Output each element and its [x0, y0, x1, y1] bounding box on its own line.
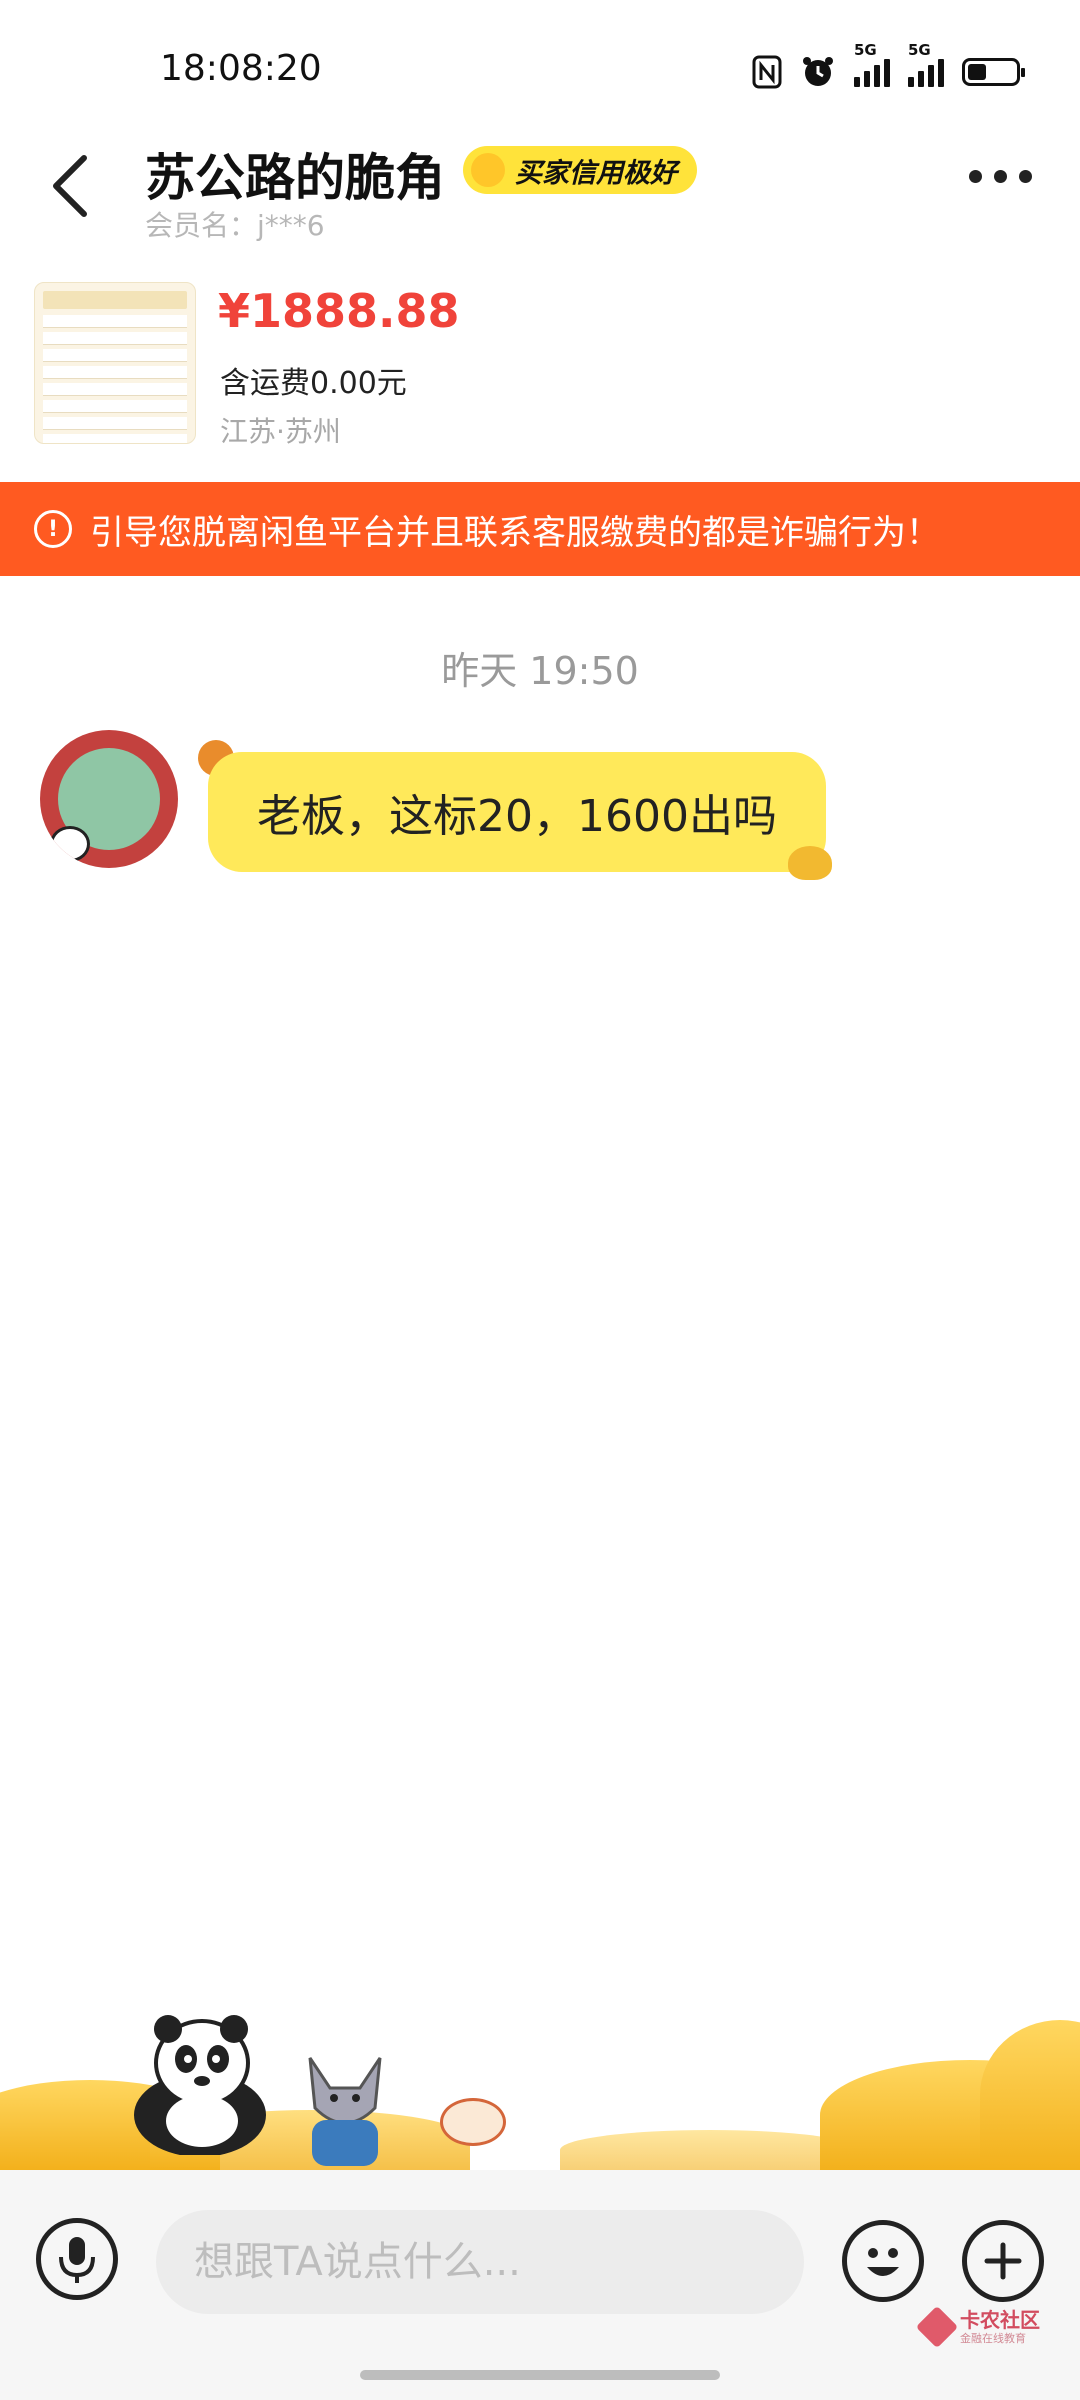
panda-sticker-icon: [134, 2015, 266, 2155]
dumpling-icon: [440, 2098, 506, 2146]
back-button[interactable]: [40, 150, 104, 222]
nfc-icon: [752, 55, 782, 89]
chevron-left-icon: [53, 155, 87, 217]
more-options-button[interactable]: [969, 170, 1032, 183]
kanong-logo-icon: [915, 2305, 959, 2349]
chat-timestamp: 昨天 19:50: [441, 649, 639, 693]
network-label-2: 5G: [908, 41, 931, 59]
emoji-button[interactable]: [842, 2220, 924, 2302]
member-name: 会员名：j***6: [145, 209, 325, 242]
warning-text: 引导您脱离闲鱼平台并且联系客服缴费的都是诈骗行为！: [90, 512, 940, 553]
more-actions-button[interactable]: [962, 2220, 1044, 2302]
product-shipping: 含运费0.00元: [220, 366, 407, 401]
product-price: ¥1888.88: [218, 284, 460, 338]
product-thumbnail[interactable]: [34, 282, 196, 444]
seller-name[interactable]: 苏公路的脆角: [145, 138, 445, 210]
message-bubble[interactable]: 老板，这标20，1600出吗: [208, 752, 826, 872]
status-icons: 5G 5G: [752, 41, 1025, 94]
message-text: 老板，这标20，1600出吗: [257, 791, 777, 842]
product-location: 江苏·苏州: [220, 415, 341, 448]
dot-icon: [969, 170, 982, 183]
home-indicator[interactable]: [360, 2370, 720, 2380]
microphone-icon: [59, 2237, 95, 2283]
credit-badge-label: 买家信用极好: [515, 157, 677, 189]
fraud-warning-banner: ! 引导您脱离闲鱼平台并且联系客服缴费的都是诈骗行为！: [0, 482, 1080, 576]
signal-icon-2: 5G: [908, 41, 944, 87]
penguin-decoration-icon: [788, 846, 832, 880]
voice-input-button[interactable]: [36, 2218, 118, 2300]
warning-icon: !: [34, 510, 72, 548]
watermark-subtitle: 金融在线教育: [960, 2332, 1026, 2345]
credit-badge: 买家信用极好: [463, 146, 697, 194]
avatar[interactable]: [40, 730, 178, 868]
dot-icon: [1019, 170, 1032, 183]
watermark: 卡农社区 金融在线教育: [915, 2305, 1040, 2349]
alarm-icon: [803, 57, 833, 86]
battery-icon: [962, 58, 1025, 86]
dot-icon: [994, 170, 1007, 183]
smiley-icon: [867, 2248, 899, 2276]
plus-icon: [984, 2242, 1022, 2280]
signal-icon-1: 5G: [854, 41, 890, 87]
message-input[interactable]: [156, 2210, 804, 2314]
wolf-sticker-icon: [308, 2057, 382, 2166]
network-label-1: 5G: [854, 41, 877, 59]
watermark-title: 卡农社区: [960, 2308, 1040, 2332]
heart-eyes-emoji-icon: [471, 153, 505, 187]
status-time: 18:08:20: [160, 48, 322, 89]
